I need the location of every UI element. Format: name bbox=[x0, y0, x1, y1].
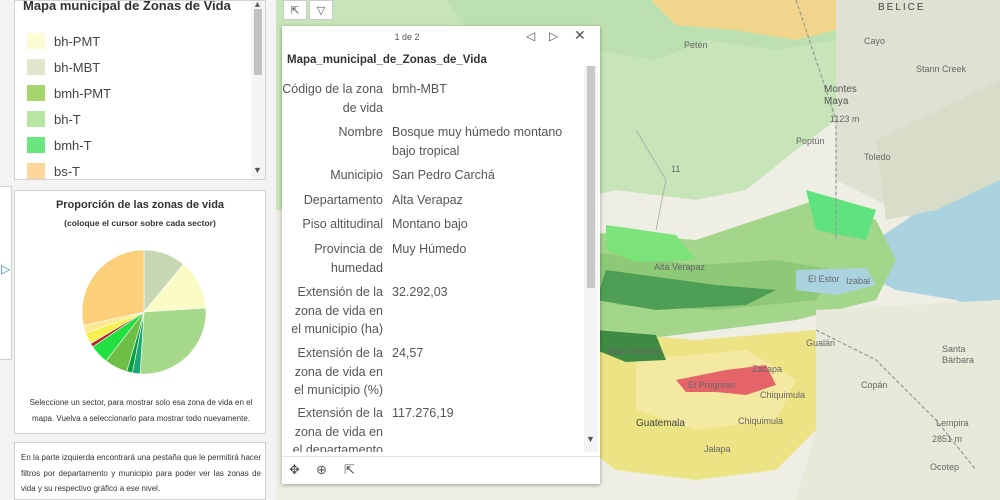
select-tool-button[interactable]: ⇱ bbox=[283, 0, 307, 20]
attribute-name: Departamento bbox=[303, 193, 383, 207]
scroll-thumb[interactable] bbox=[254, 9, 262, 75]
popup-header: 1 de 2 ◁ ▷ ✕ bbox=[282, 26, 600, 50]
scroll-thumb[interactable] bbox=[587, 66, 595, 288]
next-feature-icon[interactable]: ▷ bbox=[549, 29, 558, 43]
legend-swatch bbox=[27, 137, 45, 153]
legend-swatch bbox=[27, 85, 45, 101]
expand-panel-icon[interactable]: ▷ bbox=[1, 262, 10, 276]
scroll-down-icon[interactable]: ▼ bbox=[253, 165, 262, 175]
legend-swatch bbox=[27, 59, 45, 75]
legend-item: bmh-PMT bbox=[27, 83, 111, 103]
info-text: En la parte izquierda encontrará una pes… bbox=[21, 453, 261, 493]
scroll-up-icon[interactable]: ▲ bbox=[253, 1, 262, 9]
pie-chart-panel: Proporción de las zonas de vida (coloque… bbox=[14, 190, 266, 434]
legend-item: bs-T bbox=[27, 161, 80, 179]
popup-scrollbar[interactable]: ▼ bbox=[584, 66, 598, 452]
attribute-value: Alta Verapaz bbox=[392, 193, 463, 207]
attribute-value: 117.276,19 bbox=[392, 406, 454, 420]
popup-title: Mapa_municipal_de_Zonas_de_Vida bbox=[287, 54, 487, 66]
legend-label: bs-T bbox=[54, 163, 80, 179]
popup-pager: 1 de 2 bbox=[394, 32, 420, 42]
map-label: Copán bbox=[861, 380, 888, 390]
info-panel: En la parte izquierda encontrará una pes… bbox=[14, 442, 266, 500]
map-label: Stann Creek bbox=[916, 64, 967, 74]
attribute-value: Bosque muy húmedo montano bajo tropical bbox=[392, 125, 563, 158]
legend-item: bh-PMT bbox=[27, 31, 100, 51]
legend-swatch bbox=[27, 111, 45, 127]
map-label: Cayo bbox=[864, 36, 886, 46]
attribute-name: Municipio bbox=[330, 168, 383, 182]
map-label: Baja Verapaz bbox=[608, 346, 662, 356]
legend-scrollbar[interactable]: ▲ ▼ bbox=[251, 1, 265, 179]
map-label: El Progreso bbox=[688, 380, 736, 390]
chart-title: Proporción de las zonas de vida bbox=[55, 199, 225, 211]
chart-subtitle: (coloque el cursor sobre cada sector) bbox=[64, 218, 216, 228]
chevron-down-icon: ▽ bbox=[316, 4, 326, 17]
feature-popup: 1 de 2 ◁ ▷ ✕ Mapa_municipal_de_Zonas_de_… bbox=[282, 26, 600, 484]
map-label: Zacapa bbox=[752, 364, 783, 374]
pie-slice[interactable] bbox=[81, 249, 145, 326]
legend-label: bh-MBT bbox=[54, 59, 101, 75]
legend-title: Mapa municipal de Zonas de Vida bbox=[23, 0, 231, 13]
zoom-to-icon[interactable]: ⊕ bbox=[316, 462, 327, 478]
attribute-value: Montano bajo bbox=[392, 217, 468, 231]
route-shield: 11 bbox=[671, 164, 681, 174]
scroll-down-icon[interactable]: ▼ bbox=[586, 434, 595, 444]
map-label: Petén bbox=[684, 40, 708, 50]
legend-item: bmh-T bbox=[27, 135, 92, 155]
select-cursor-icon: ⇱ bbox=[290, 4, 300, 17]
attribute-value: 24,57 bbox=[392, 346, 424, 360]
map-label: Chiquimula bbox=[760, 390, 806, 400]
map-label: Izabal bbox=[846, 276, 871, 286]
map-label: Santa Bárbara bbox=[942, 344, 975, 365]
attribute-name: Piso altitudinal bbox=[302, 217, 383, 231]
attribute-name: Extensión de la zona de vida en el depar… bbox=[292, 406, 383, 452]
popup-footer: ✥ ⊕ ⇱ bbox=[282, 456, 600, 484]
map-label: Gualán bbox=[806, 338, 836, 348]
attribute-value: 32.292,03 bbox=[392, 285, 448, 299]
map-label: 1123 m bbox=[830, 114, 860, 124]
tool-dropdown-button[interactable]: ▽ bbox=[309, 0, 333, 20]
map-label: El Estor bbox=[808, 274, 840, 284]
pan-to-icon[interactable]: ✥ bbox=[289, 462, 300, 478]
attribute-name: Extensión de la zona de vida en el munic… bbox=[294, 346, 383, 397]
map-label: Chiquimula bbox=[738, 416, 784, 426]
attribute-value: San Pedro Carchá bbox=[392, 168, 495, 182]
map-label: BELICE bbox=[878, 2, 926, 13]
map-label: Montes Maya bbox=[824, 84, 857, 107]
left-collapse-strip: ▷ bbox=[0, 0, 14, 500]
close-icon[interactable]: ✕ bbox=[574, 27, 586, 44]
map-label: Ocotep bbox=[930, 462, 960, 472]
map-label: Jalapa bbox=[704, 444, 731, 454]
map-label: Alta Verapaz bbox=[654, 262, 706, 272]
map-label: Poptún bbox=[796, 136, 825, 146]
attribute-name: Nombre bbox=[338, 125, 383, 139]
legend-label: bmh-PMT bbox=[54, 85, 112, 101]
pie-chart[interactable] bbox=[79, 247, 209, 377]
legend-panel: Mapa municipal de Zonas de Vida bh-PMT b… bbox=[14, 0, 266, 180]
legend-label: bmh-T bbox=[54, 137, 92, 153]
select-feature-icon[interactable]: ⇱ bbox=[344, 462, 355, 478]
map-label: Toledo bbox=[864, 152, 891, 162]
legend-label: bh-T bbox=[54, 111, 81, 127]
legend-swatch bbox=[27, 33, 45, 49]
pie-slice[interactable] bbox=[139, 307, 207, 375]
popup-body: Código de la zona de vida bmh-MBT Nombre… bbox=[282, 72, 588, 452]
attribute-name: Extensión de la zona de vida en el munic… bbox=[291, 285, 383, 336]
legend-item: bh-MBT bbox=[27, 57, 100, 77]
attribute-value: bmh-MBT bbox=[392, 82, 447, 96]
attribute-value: Muy Húmedo bbox=[392, 242, 467, 256]
map-label: Guatemala bbox=[636, 418, 685, 429]
legend-item: bh-T bbox=[27, 109, 81, 129]
map-label: 2851 m bbox=[932, 434, 963, 444]
legend-swatch bbox=[27, 163, 45, 179]
attribute-name: Código de la zona de vida bbox=[282, 82, 383, 115]
attribute-name: Provincia de humedad bbox=[314, 242, 383, 275]
legend-label: bh-PMT bbox=[54, 33, 101, 49]
map-label: Lempira bbox=[936, 418, 969, 428]
previous-feature-icon[interactable]: ◁ bbox=[526, 29, 535, 43]
chart-note: Seleccione un sector, para mostrar solo … bbox=[29, 398, 253, 423]
